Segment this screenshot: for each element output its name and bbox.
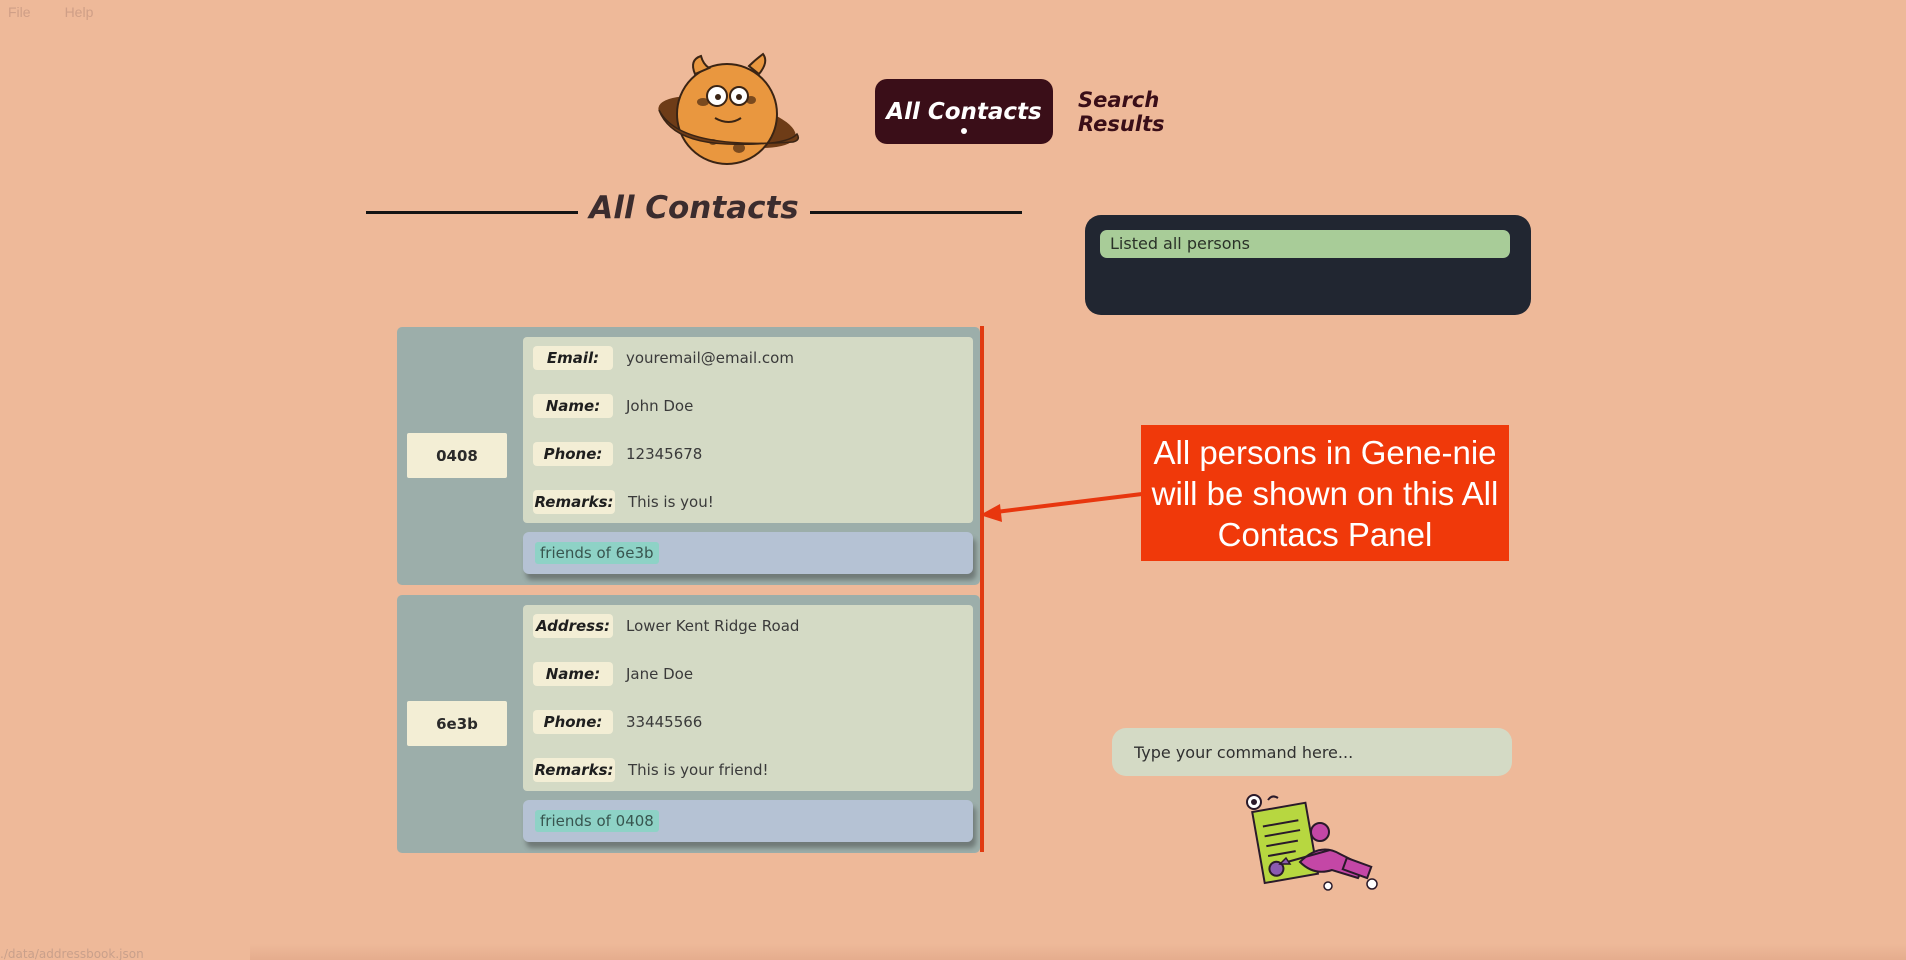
field-row-remarks: Remarks: This is your friend! bbox=[533, 756, 769, 784]
field-label: Name: bbox=[533, 662, 613, 686]
field-row-name: Name: Jane Doe bbox=[533, 660, 693, 688]
field-value: This is you! bbox=[628, 493, 714, 511]
result-message: Listed all persons bbox=[1100, 230, 1510, 258]
page-title: All Contacts bbox=[589, 190, 799, 226]
field-label: Address: bbox=[533, 614, 613, 638]
status-bar: ./data/addressbook.json bbox=[0, 948, 260, 960]
field-label: Name: bbox=[533, 394, 613, 418]
field-value: Lower Kent Ridge Road bbox=[626, 617, 800, 635]
field-row-name: Name: John Doe bbox=[533, 392, 693, 420]
field-row-phone: Phone: 33445566 bbox=[533, 708, 702, 736]
field-label: Phone: bbox=[533, 442, 613, 466]
contact-id: 6e3b bbox=[407, 701, 507, 746]
field-value: 12345678 bbox=[626, 445, 703, 463]
contact-card[interactable]: 6e3b Address: Lower Kent Ridge Road Name… bbox=[397, 595, 980, 853]
field-value: This is your friend! bbox=[628, 761, 769, 779]
menu-bar: File Help bbox=[0, 0, 101, 26]
tag-badge: friends of 6e3b bbox=[535, 542, 659, 564]
status-file-path: ./data/addressbook.json bbox=[0, 948, 144, 960]
contact-list-panel[interactable]: 0408 Email: youremail@email.com Name: Jo… bbox=[397, 326, 984, 854]
section-heading: All Contacts bbox=[366, 190, 1022, 236]
field-label: Remarks: bbox=[533, 758, 615, 782]
tab-all-contacts[interactable]: All Contacts bbox=[875, 79, 1053, 144]
tab-search-results[interactable]: Search Results bbox=[1078, 79, 1240, 144]
annotation-text: All persons in Gene-nie will be shown on… bbox=[1151, 433, 1499, 553]
field-value: 33445566 bbox=[626, 713, 703, 731]
field-value: Jane Doe bbox=[626, 665, 694, 683]
planet-cookie-monster-icon bbox=[658, 52, 800, 165]
heading-divider-right bbox=[810, 211, 1022, 214]
notepad-with-quill-mascot-icon bbox=[1246, 794, 1378, 891]
active-indicator-dot bbox=[961, 128, 967, 134]
command-input[interactable] bbox=[1112, 728, 1512, 776]
window-bottom-shadow bbox=[250, 944, 1906, 960]
field-label: Phone: bbox=[533, 710, 613, 734]
menu-help[interactable]: Help bbox=[57, 0, 102, 26]
field-value: youremail@email.com bbox=[626, 349, 794, 367]
field-label: Remarks: bbox=[533, 490, 615, 514]
contact-id: 0408 bbox=[407, 433, 507, 478]
menu-file[interactable]: File bbox=[0, 0, 39, 26]
result-display: Listed all persons bbox=[1085, 215, 1531, 315]
panel-highlight-border bbox=[980, 326, 984, 852]
field-value: John Doe bbox=[626, 397, 694, 415]
field-row-phone: Phone: 12345678 bbox=[533, 440, 702, 468]
tab-all-contacts-label: All Contacts bbox=[886, 98, 1042, 125]
field-row-remarks: Remarks: This is you! bbox=[533, 488, 714, 516]
field-label: Email: bbox=[533, 346, 613, 370]
arrow-left-icon bbox=[980, 492, 1143, 522]
tab-search-results-label: Search Results bbox=[1078, 87, 1165, 136]
contact-tags: friends of 0408 bbox=[523, 800, 973, 842]
contact-fields: Email: youremail@email.com Name: John Do… bbox=[523, 337, 973, 523]
annotation-callout: All persons in Gene-nie will be shown on… bbox=[1141, 425, 1509, 561]
contact-tags: friends of 6e3b bbox=[523, 532, 973, 574]
tag-badge: friends of 0408 bbox=[535, 810, 659, 832]
field-row-email: Email: youremail@email.com bbox=[533, 344, 794, 372]
field-row-address: Address: Lower Kent Ridge Road bbox=[533, 612, 799, 640]
contact-card[interactable]: 0408 Email: youremail@email.com Name: Jo… bbox=[397, 327, 980, 585]
contact-fields: Address: Lower Kent Ridge Road Name: Jan… bbox=[523, 605, 973, 791]
